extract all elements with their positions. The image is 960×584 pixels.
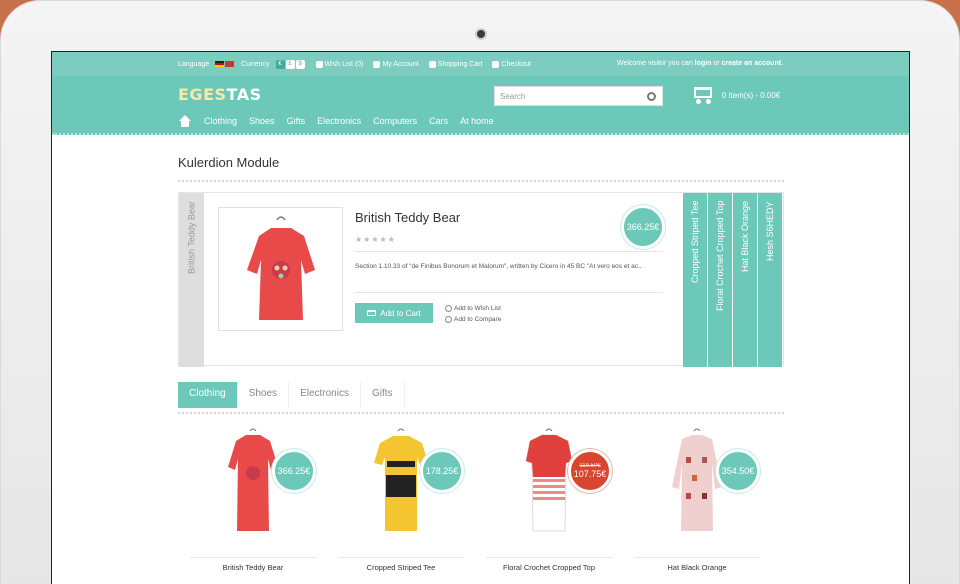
currency-euro[interactable]: €: [275, 60, 285, 69]
compare-icon: [445, 315, 452, 323]
module-title: Kulerdion Module: [178, 155, 280, 170]
nav-item-cars[interactable]: Cars: [429, 116, 448, 126]
shopping-cart-link[interactable]: Shopping Cart: [428, 61, 482, 68]
old-price: 119.50€: [579, 463, 601, 469]
my-account-link[interactable]: My Account: [373, 61, 419, 68]
divider: [178, 180, 784, 182]
login-link[interactable]: login: [695, 60, 712, 67]
rating-stars: ★★★★★: [355, 235, 396, 244]
add-to-compare-link[interactable]: Add to Compare: [445, 314, 501, 325]
checkout-icon: [492, 61, 500, 68]
cart-icon[interactable]: [690, 84, 716, 104]
search-icon[interactable]: [647, 92, 656, 101]
nav-item-clothing[interactable]: Clothing: [204, 116, 237, 126]
product-price: 178.25€: [420, 449, 464, 493]
browser-screen: Language Currency € £ $ Wish List (0) My A…: [51, 51, 910, 584]
nav-item-gifts[interactable]: Gifts: [287, 116, 306, 126]
product-card[interactable]: 119.50€ 107.75€ Floral Crochet Cropped T…: [486, 427, 612, 572]
main-nav: Clothing Shoes Gifts Electronics Compute…: [52, 111, 909, 135]
product-name[interactable]: Cropped Striped Tee: [331, 563, 471, 572]
product-name[interactable]: British Teddy Bear: [183, 563, 323, 572]
product-card[interactable]: 354.50€ Hat Black Orange: [634, 427, 760, 572]
featured-module: British Teddy Bear British Teddy Bear ★★…: [178, 192, 784, 367]
divider: [355, 292, 663, 293]
tab-hat-black-orange[interactable]: Hat Black Orange: [733, 193, 758, 367]
tab-floral-crochet-cropped-top[interactable]: Floral Crochet Cropped Top: [708, 193, 733, 367]
sale-price: 119.50€ 107.75€: [568, 449, 612, 493]
tab-electronics[interactable]: Electronics: [289, 382, 361, 408]
tab-cropped-striped-tee[interactable]: Cropped Striped Tee: [683, 193, 708, 367]
search-input[interactable]: Search: [494, 86, 663, 106]
camera: [475, 28, 487, 40]
red-shirt-image: [247, 216, 315, 320]
heart-icon: [445, 304, 452, 312]
cart-small-icon: [428, 61, 436, 68]
product-name[interactable]: Hat Black Orange: [627, 563, 767, 572]
uk-flag-icon[interactable]: [225, 61, 235, 68]
currency-pound[interactable]: £: [285, 60, 295, 69]
module-side-tabs: Cropped Striped Tee Floral Crochet Cropp…: [683, 193, 783, 367]
add-to-wishlist-link[interactable]: Add to Wish List: [445, 303, 501, 314]
home-icon[interactable]: [178, 115, 192, 127]
product-description: Section 1.10.33 of "de Finibus Bonorum e…: [355, 263, 642, 270]
german-flag-icon[interactable]: [215, 61, 225, 68]
currency-label: Currency: [241, 61, 270, 68]
top-bar: Language Currency € £ $ Wish List (0) My A…: [52, 52, 909, 76]
nav-item-electronics[interactable]: Electronics: [317, 116, 361, 126]
divider: [634, 557, 760, 558]
add-to-cart-button[interactable]: Add to Cart: [355, 303, 433, 323]
nav-item-at-home[interactable]: At home: [460, 116, 494, 126]
logo[interactable]: EGESTAS: [178, 85, 262, 104]
divider: [355, 251, 663, 252]
main-content: Kulerdion Module British Teddy Bear Brit…: [178, 137, 784, 572]
user-icon: [373, 61, 381, 68]
language-label: Language: [178, 61, 210, 68]
category-tabs: Clothing Shoes Electronics Gifts: [178, 382, 784, 408]
product-name[interactable]: Floral Crochet Cropped Top: [479, 563, 619, 572]
product-card[interactable]: 366.25€ British Teddy Bear: [190, 427, 316, 572]
product-card[interactable]: 178.25€ Cropped Striped Tee: [338, 427, 464, 572]
divider: [178, 412, 784, 414]
product-price: 366.25€: [621, 205, 665, 249]
tab-british-teddy-bear[interactable]: British Teddy Bear: [179, 193, 204, 367]
product-price: 354.50€: [716, 449, 760, 493]
divider: [190, 557, 316, 558]
product-image[interactable]: [218, 207, 343, 331]
tab-hesh-s6hedy[interactable]: Hesh S6HEDY: [758, 193, 783, 367]
heart-icon: [315, 61, 323, 68]
product-name[interactable]: British Teddy Bear: [355, 210, 460, 225]
product-price: 366.25€: [272, 449, 316, 493]
checkout-link[interactable]: Checkout: [492, 61, 531, 68]
wishlist-link[interactable]: Wish List (0): [315, 61, 363, 68]
create-account-link[interactable]: create an account.: [722, 60, 783, 67]
product-actions: Add to Wish List Add to Compare: [445, 303, 501, 325]
nav-item-computers[interactable]: Computers: [373, 116, 417, 126]
welcome-text: Welcome visitor you can login or create …: [616, 60, 783, 67]
tab-clothing[interactable]: Clothing: [178, 382, 238, 408]
tab-gifts[interactable]: Gifts: [361, 382, 405, 408]
cart-icon: [367, 310, 377, 316]
tab-shoes[interactable]: Shoes: [238, 382, 290, 408]
cart-summary[interactable]: 0 item(s) - 0.00€: [722, 91, 780, 100]
divider: [338, 557, 464, 558]
nav-item-shoes[interactable]: Shoes: [249, 116, 275, 126]
currency-dollar[interactable]: $: [295, 60, 305, 69]
divider: [486, 557, 612, 558]
header: EGESTAS Search 0 item(s) - 0.00€: [52, 76, 909, 111]
